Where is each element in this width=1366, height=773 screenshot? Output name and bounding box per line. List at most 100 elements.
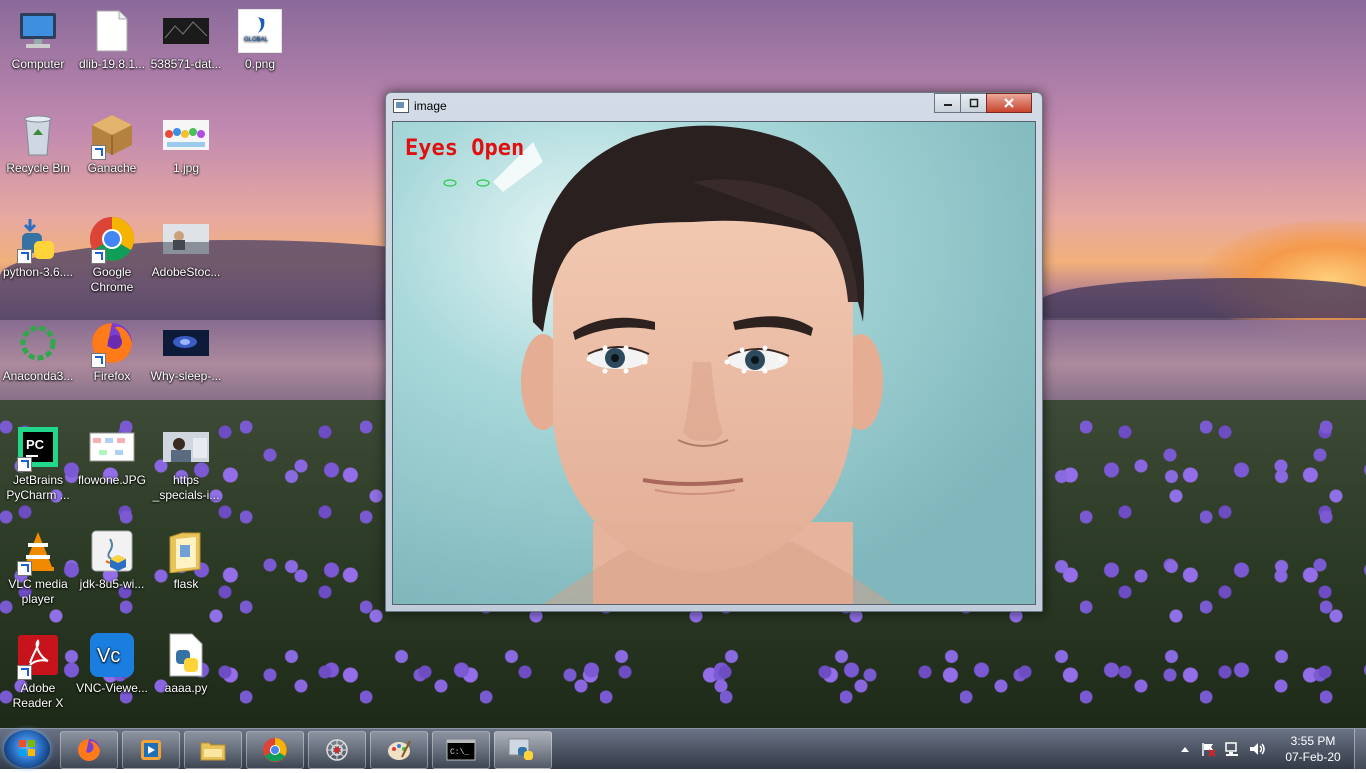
window-title: image bbox=[414, 99, 447, 113]
desktop-wallpaper: Computer Recycle Bin python-3.6.... Anac… bbox=[0, 0, 1366, 728]
desktop-icon-label: 538571-dat... bbox=[150, 57, 222, 71]
svg-text:PC: PC bbox=[26, 437, 45, 452]
action-center-flag-icon[interactable] bbox=[1200, 741, 1216, 757]
minimize-icon bbox=[944, 104, 952, 106]
window-titlebar[interactable]: image bbox=[386, 93, 1042, 119]
desktop-icon-vlc[interactable]: VLC media player bbox=[0, 528, 76, 607]
adobe-reader-icon bbox=[15, 632, 61, 680]
shortcut-arrow-icon bbox=[91, 145, 106, 160]
svg-text:GLOBAL: GLOBAL bbox=[244, 37, 269, 43]
pycharm-icon: PC bbox=[15, 424, 61, 472]
desktop-icon-ganache[interactable]: Ganache bbox=[74, 112, 150, 176]
desktop-icon-label: 1.jpg bbox=[172, 161, 200, 175]
start-button[interactable] bbox=[4, 730, 50, 768]
desktop-icon-label: 0.png bbox=[244, 57, 276, 71]
clock-time: 3:55 PM bbox=[1290, 734, 1336, 748]
volume-icon[interactable] bbox=[1248, 741, 1266, 757]
desktop-icon-jdk[interactable]: jdk-8u5-wi... bbox=[74, 528, 150, 592]
chrome-icon bbox=[89, 216, 135, 264]
taskbar-app-firefox[interactable] bbox=[60, 731, 118, 769]
network-icon[interactable] bbox=[1224, 741, 1240, 757]
anaconda-icon bbox=[15, 320, 61, 366]
shortcut-arrow-icon bbox=[17, 457, 32, 472]
spider-web-icon bbox=[326, 739, 348, 761]
desktop-icon-adobestock[interactable]: AdobeStoc... bbox=[148, 216, 224, 280]
clock-date: 07-Feb-20 bbox=[1285, 750, 1341, 764]
desktop-icon-label: VNC-Viewe... bbox=[76, 681, 148, 695]
image-thumbnail-icon bbox=[163, 216, 209, 262]
desktop-icon-computer[interactable]: Computer bbox=[0, 8, 76, 72]
firefox-icon bbox=[89, 320, 135, 368]
desktop-icon-label: VLC media player bbox=[8, 577, 68, 606]
chrome-icon bbox=[263, 738, 287, 762]
eyes-status-text: Eyes Open bbox=[405, 136, 524, 161]
desktop-icon-google-chrome[interactable]: Google Chrome bbox=[74, 216, 150, 295]
desktop-icon-aaaa-py[interactable]: aaaa.py bbox=[148, 632, 224, 696]
image-window[interactable]: image Eyes Open bbox=[385, 92, 1043, 612]
image-thumbnail-icon bbox=[89, 424, 135, 470]
desktop-icon-pycharm[interactable]: PC JetBrains PyCharm ... bbox=[0, 424, 76, 503]
desktop-icon-label: JetBrains PyCharm ... bbox=[6, 473, 70, 502]
firefox-icon bbox=[78, 739, 100, 761]
desktop-icon-why-sleep[interactable]: Why-sleep-... bbox=[148, 320, 224, 384]
wallpaper-hill bbox=[1040, 278, 1366, 318]
desktop-icon-vnc-viewer[interactable]: Vc VNC-Viewe... bbox=[74, 632, 150, 696]
desktop-icon-0-png[interactable]: GLOBAL 0.png bbox=[222, 8, 298, 72]
desktop-icon-firefox[interactable]: Firefox bbox=[74, 320, 150, 384]
close-icon bbox=[1004, 98, 1014, 108]
taskbar-app-file-explorer[interactable] bbox=[184, 731, 242, 769]
restore-icon bbox=[969, 98, 979, 108]
desktop-icon-label: dlib-19.8.1... bbox=[78, 57, 146, 71]
desktop-icon-flowone[interactable]: flowone.JPG bbox=[74, 424, 150, 488]
taskbar: C:\_ 3:55 PM 07-Feb-20 bbox=[0, 728, 1366, 769]
desktop-icon-python-installer[interactable]: python-3.6.... bbox=[0, 216, 76, 280]
image-thumbnail-icon bbox=[163, 112, 209, 158]
desktop-icon-label: jdk-8u5-wi... bbox=[79, 577, 145, 591]
shortcut-arrow-icon bbox=[91, 249, 106, 264]
close-button[interactable] bbox=[986, 93, 1032, 113]
show-desktop-button[interactable] bbox=[1354, 729, 1366, 769]
file-icon bbox=[89, 8, 135, 54]
desktop-icon-adobe-reader[interactable]: Adobe Reader X bbox=[0, 632, 76, 711]
svg-text:C:\_: C:\_ bbox=[450, 748, 469, 757]
java-installer-icon bbox=[89, 528, 135, 574]
shortcut-arrow-icon bbox=[17, 561, 32, 576]
taskbar-app-command-prompt[interactable]: C:\_ bbox=[432, 731, 490, 769]
maximize-button[interactable] bbox=[960, 93, 988, 113]
desktop-icon-label: AdobeStoc... bbox=[151, 265, 221, 279]
desktop-icon-label: Ganache bbox=[87, 161, 137, 175]
desktop-icon-anaconda[interactable]: Anaconda3... bbox=[0, 320, 76, 384]
image-thumbnail-icon: GLOBAL bbox=[237, 8, 283, 54]
taskbar-clock[interactable]: 3:55 PM 07-Feb-20 bbox=[1276, 733, 1350, 765]
show-hidden-icons-icon[interactable] bbox=[1180, 745, 1190, 753]
system-tray bbox=[1176, 729, 1272, 769]
desktop-icon-538571[interactable]: 538571-dat... bbox=[148, 8, 224, 72]
ganache-icon bbox=[89, 112, 135, 160]
windows-logo-icon bbox=[19, 740, 35, 756]
paint-palette-icon bbox=[388, 740, 411, 760]
taskbar-app-media-player[interactable] bbox=[122, 731, 180, 769]
webcam-frame: Eyes Open bbox=[392, 121, 1036, 605]
desktop-icon-recycle-bin[interactable]: Recycle Bin bbox=[0, 112, 76, 176]
desktop-icon-1-jpg[interactable]: 1.jpg bbox=[148, 112, 224, 176]
desktop-icon-label: Adobe Reader X bbox=[12, 681, 64, 710]
desktop-icon-dlib[interactable]: dlib-19.8.1... bbox=[74, 8, 150, 72]
image-thumbnail-icon bbox=[163, 8, 209, 54]
recycle-bin-icon bbox=[15, 112, 61, 158]
desktop-icon-https-specials[interactable]: https _specials-i... bbox=[148, 424, 224, 503]
taskbar-app-tool[interactable] bbox=[308, 731, 366, 769]
minimize-button[interactable] bbox=[934, 93, 962, 113]
taskbar-app-chrome[interactable] bbox=[246, 731, 304, 769]
desktop-icon-label: Recycle Bin bbox=[6, 161, 70, 175]
desktop-icon-label: aaaa.py bbox=[164, 681, 208, 695]
desktop-icon-label: Google Chrome bbox=[90, 265, 134, 294]
desktop-icon-flask[interactable]: flask bbox=[148, 528, 224, 592]
image-thumbnail-icon bbox=[163, 424, 209, 470]
desktop-icon-label: https _specials-i... bbox=[152, 473, 220, 502]
vnc-icon: Vc bbox=[89, 632, 135, 678]
window-app-icon bbox=[393, 99, 409, 113]
desktop-icon-label: Why-sleep-... bbox=[150, 369, 222, 383]
taskbar-app-python[interactable] bbox=[494, 731, 552, 769]
taskbar-app-paint[interactable] bbox=[370, 731, 428, 769]
vlc-icon bbox=[15, 528, 61, 576]
